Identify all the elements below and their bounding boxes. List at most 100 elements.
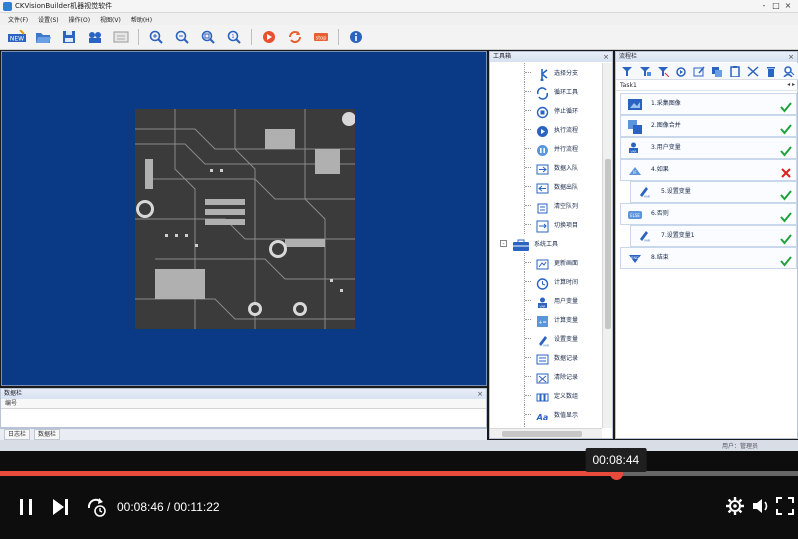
tool-item[interactable]: += 计算变量	[490, 310, 602, 329]
tree-line	[525, 319, 531, 320]
tool-item[interactable]: 并行流程	[490, 139, 602, 158]
flow-panel-title: 流程栏	[619, 53, 638, 60]
tool-item[interactable]: 定义数组	[490, 386, 602, 405]
volume-button[interactable]	[750, 495, 772, 517]
paste-button[interactable]	[728, 65, 741, 77]
tool-item[interactable]: 执行流程	[490, 120, 602, 139]
menu-settings[interactable]: 设置(S)	[38, 15, 59, 24]
run-task-button[interactable]	[674, 65, 687, 77]
menu-file[interactable]: 文件(F)	[8, 15, 28, 24]
branch-icon	[540, 69, 548, 82]
delete-task-button[interactable]	[656, 65, 669, 77]
flow-panel-close-icon[interactable]: ×	[788, 52, 794, 62]
minimize-button[interactable]: -	[758, 1, 770, 11]
progress-bar[interactable]: 00:08:44	[0, 448, 798, 480]
zoom-actual-button[interactable]: 1	[225, 28, 243, 46]
cut-button[interactable]	[746, 65, 759, 77]
tree-line	[525, 110, 531, 111]
data-panel-close-icon[interactable]: ×	[477, 389, 483, 399]
tool-panel-header: 工具箱 ×	[490, 52, 612, 62]
svg-text:1: 1	[231, 34, 234, 40]
stop-button[interactable]: stop	[312, 28, 330, 46]
tool-horizontal-scrollbar[interactable]	[490, 428, 602, 438]
clear-queue-icon	[537, 203, 548, 214]
tool-item[interactable]: VAR 用户变量	[490, 291, 602, 310]
tab-log[interactable]: 日志栏	[4, 429, 31, 440]
about-button[interactable]	[347, 28, 365, 46]
flow-step[interactable]: ELSE 6.否则	[620, 203, 797, 225]
tool-vertical-scrollbar[interactable]	[602, 63, 612, 428]
pcb-board-graphic	[135, 109, 355, 329]
tool-item[interactable]: 数据出队	[490, 177, 602, 196]
tool-item[interactable]: 切换项目	[490, 215, 602, 234]
tab-task1[interactable]: Task1	[616, 82, 637, 89]
loop-button[interactable]	[84, 495, 110, 519]
flow-step-icon: VAR	[637, 185, 653, 201]
flow-step[interactable]: VAR 5.设置变量	[630, 181, 797, 203]
zoom-fit-button[interactable]	[199, 28, 217, 46]
tool-group-system[interactable]: - 系统工具	[490, 234, 602, 253]
tool-item[interactable]: VAR 设置变量	[490, 329, 602, 348]
scroll-thumb[interactable]	[502, 431, 582, 437]
tool-item[interactable]: 选择分支	[490, 63, 602, 82]
tab-data[interactable]: 数据栏	[34, 429, 61, 440]
switch-project-icon	[536, 220, 549, 233]
delete-button[interactable]	[764, 65, 777, 77]
svg-text:VAR: VAR	[543, 344, 549, 348]
maximize-button[interactable]: □	[770, 1, 782, 11]
trash-icon	[766, 66, 775, 77]
tool-panel-close-icon[interactable]: ×	[603, 52, 609, 62]
fullscreen-button[interactable]	[774, 495, 796, 517]
menu-help[interactable]: 帮助(H)	[131, 15, 152, 24]
zoom-in-button[interactable]	[147, 28, 165, 46]
insert-task-button[interactable]	[638, 65, 651, 77]
pause-button[interactable]	[14, 495, 38, 519]
check-icon	[780, 146, 792, 157]
tool-item-label: 数据入队	[554, 165, 579, 172]
tool-item[interactable]: 数据入队	[490, 158, 602, 177]
tool-item-label: 循环工具	[554, 89, 579, 96]
flow-step[interactable]: VAR 7.设置变量1	[630, 225, 797, 247]
flow-step[interactable]: 1.采集图像	[620, 93, 797, 115]
tool-item[interactable]: 计算时间	[490, 272, 602, 291]
flow-step[interactable]: VAR 3.用户变量	[620, 137, 797, 159]
tool-item[interactable]: 清空队列	[490, 196, 602, 215]
menu-view[interactable]: 视图(V)	[100, 15, 121, 24]
next-button[interactable]	[48, 495, 72, 519]
tool-item[interactable]: 清除记录	[490, 367, 602, 386]
save-button[interactable]	[60, 28, 78, 46]
close-image-button[interactable]	[112, 28, 130, 46]
run-once-button[interactable]	[260, 28, 278, 46]
add-task-button[interactable]	[620, 65, 633, 77]
menu-operate[interactable]: 操作(O)	[69, 15, 90, 24]
tool-item[interactable]: 停止循环	[490, 101, 602, 120]
flow-step[interactable]: 2.图像合并	[620, 115, 797, 137]
tool-item-label: 数据出队	[554, 184, 579, 191]
insert-task-icon	[639, 66, 651, 76]
image-display[interactable]	[1, 51, 487, 386]
zoom-out-button[interactable]	[173, 28, 191, 46]
copy-button[interactable]	[710, 65, 723, 77]
open-button[interactable]	[34, 28, 52, 46]
scroll-thumb[interactable]	[605, 159, 611, 329]
settings-button[interactable]	[724, 495, 746, 517]
tool-item-icon	[536, 389, 549, 402]
loop-run-button[interactable]	[286, 28, 304, 46]
camera-button[interactable]	[86, 28, 104, 46]
tool-item[interactable]: 循环工具	[490, 82, 602, 101]
tree-line	[525, 129, 531, 130]
tool-item[interactable]: 数据记录	[490, 348, 602, 367]
new-button[interactable]: NEW	[8, 28, 26, 46]
loop-run-icon	[289, 31, 301, 43]
close-button[interactable]: ×	[782, 1, 794, 11]
flow-step[interactable]: END 8.结束	[620, 247, 797, 269]
tool-item-icon	[536, 85, 549, 100]
user-button[interactable]	[782, 65, 795, 77]
task-tab-arrows[interactable]: ◂ ▸	[787, 81, 795, 88]
tool-item[interactable]: 更新画面	[490, 253, 602, 272]
tree-line	[525, 167, 531, 168]
collapse-icon[interactable]: -	[500, 240, 507, 247]
flow-step[interactable]: IF 4.如果	[620, 159, 797, 181]
edit-button[interactable]	[692, 65, 705, 77]
tool-item[interactable]: Aa 数值显示	[490, 405, 602, 424]
